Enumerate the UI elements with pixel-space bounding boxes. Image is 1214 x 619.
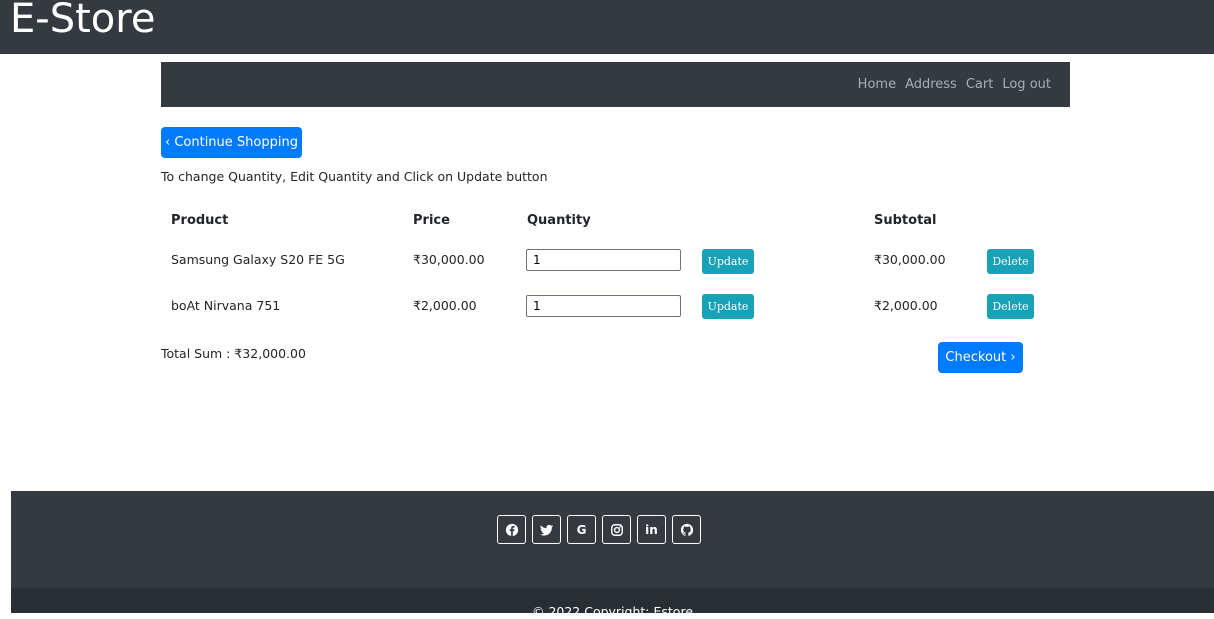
facebook-button[interactable] [497,515,526,544]
cart-instructions: To change Quantity, Edit Quantity and Cl… [161,169,548,184]
nav-link-home[interactable]: Home [858,77,896,92]
navbar: Home Address Cart Log out [161,62,1070,107]
nav-link-cart[interactable]: Cart [966,77,994,92]
quantity-input[interactable] [526,295,681,317]
instagram-button[interactable] [602,515,631,544]
total-sum: Total Sum : ₹32,000.00 [161,346,306,361]
nav-links: Home Address Cart Log out [858,62,1051,107]
site-footer: G in © 2022 Copyright: Estore [11,491,1214,619]
copyright-text: © 2022 Copyright: Estore [531,604,694,619]
quantity-input[interactable] [526,249,681,271]
update-button[interactable]: Update [702,294,754,319]
column-header-subtotal: Subtotal [874,213,937,228]
product-subtotal: ₹30,000.00 [874,252,946,267]
twitter-button[interactable] [532,515,561,544]
update-button[interactable]: Update [702,249,754,274]
delete-button[interactable]: Delete [987,294,1034,319]
twitter-icon [539,524,553,536]
delete-button[interactable]: Delete [987,249,1034,274]
github-button[interactable] [672,515,701,544]
site-header: E-Store [0,0,1214,54]
product-name: boAt Nirvana 751 [171,298,281,313]
google-button[interactable]: G [567,515,596,544]
continue-shopping-button[interactable]: ‹ Continue Shopping [161,127,302,158]
linkedin-button[interactable]: in [637,515,666,544]
nav-link-logout[interactable]: Log out [1002,77,1051,92]
product-price: ₹30,000.00 [413,252,485,267]
checkout-button[interactable]: Checkout › [938,342,1023,373]
nav-link-address[interactable]: Address [905,77,957,92]
google-icon: G [576,522,587,537]
product-subtotal: ₹2,000.00 [874,298,938,313]
column-header-product: Product [171,213,229,228]
instagram-icon [610,523,623,536]
facebook-icon [505,523,518,536]
social-links: G in [497,515,701,544]
column-header-price: Price [413,213,450,228]
linkedin-icon: in [645,522,658,537]
column-header-quantity: Quantity [527,213,591,228]
github-icon [680,523,693,536]
product-price: ₹2,000.00 [413,298,477,313]
brand-title[interactable]: E-Store [10,0,155,42]
product-name: Samsung Galaxy S20 FE 5G [171,252,345,267]
